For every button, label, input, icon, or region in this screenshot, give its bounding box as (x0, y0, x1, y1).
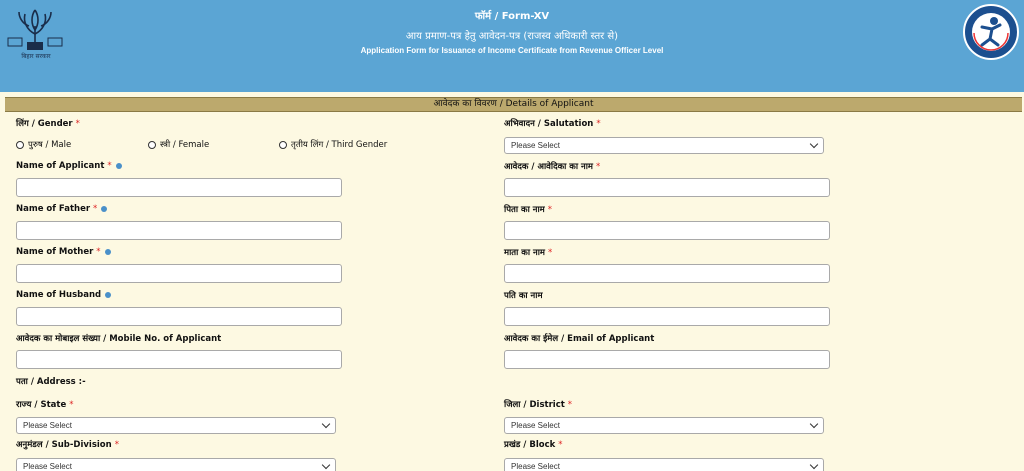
father-hi-label: पिता का नाम * (504, 204, 552, 215)
info-icon[interactable] (101, 205, 108, 212)
subdivision-select-value: Please Select (23, 462, 72, 471)
block-label: प्रखंड / Block * (504, 439, 563, 450)
service-plus-logo-icon (963, 4, 1019, 60)
required-mark: * (596, 119, 601, 129)
husband-hi-label-text: पति का नाम (504, 291, 543, 301)
required-mark: * (547, 205, 552, 215)
subdivision-select[interactable]: Please Select (16, 458, 336, 471)
husband-en-label: Name of Husband (16, 290, 112, 300)
block-select[interactable]: Please Select (504, 458, 824, 471)
father-en-label: Name of Father * (16, 204, 108, 214)
father-en-label-text: Name of Father (16, 204, 91, 214)
name-hi-label-text: आवेदक / आवेदिका का नाम (504, 162, 593, 172)
mobile-label: आवेदक का मोबाइल संख्या / Mobile No. of A… (16, 334, 222, 344)
radio-third-gender-label: तृतीय लिंग / Third Gender (291, 140, 388, 150)
radio-female-label: स्त्री / Female (160, 140, 210, 150)
email-input[interactable] (504, 350, 830, 369)
required-mark: * (93, 204, 98, 214)
radio-male[interactable]: पुरुष / Male (16, 139, 71, 150)
email-label: आवेदक का ईमेल / Email of Applicant (504, 334, 655, 344)
name-en-input[interactable] (16, 178, 342, 197)
name-hi-input[interactable] (504, 178, 830, 197)
required-mark: * (69, 400, 74, 410)
name-en-label: Name of Applicant * (16, 161, 122, 171)
required-mark: * (558, 440, 563, 450)
required-mark: * (547, 248, 553, 258)
district-select-value: Please Select (511, 421, 560, 430)
mobile-input[interactable] (16, 350, 342, 369)
husband-hi-input[interactable] (504, 307, 830, 326)
address-label: पता / Address :- (16, 377, 86, 387)
subdivision-label-text: अनुमंडल / Sub-Division (16, 440, 112, 450)
radio-circle-icon[interactable] (16, 140, 24, 149)
state-select[interactable]: Please Select (16, 417, 336, 434)
husband-hi-label: पति का नाम (504, 290, 543, 301)
father-en-input[interactable] (16, 221, 342, 240)
state-label-text: राज्य / State (16, 400, 67, 410)
chevron-down-icon (809, 419, 819, 429)
mother-hi-label-text: माता का नाम (504, 248, 545, 258)
name-hi-label: आवेदक / आवेदिका का नाम * (504, 161, 600, 172)
radio-female[interactable]: स्त्री / Female (148, 139, 209, 150)
info-icon[interactable] (104, 248, 111, 255)
radio-third-gender[interactable]: तृतीय लिंग / Third Gender (279, 139, 387, 150)
info-icon[interactable] (105, 291, 112, 298)
gender-label-text: लिंग / Gender (16, 119, 73, 129)
radio-circle-icon[interactable] (279, 140, 287, 149)
chevron-down-icon (809, 460, 819, 470)
salutation-label: अभिवादन / Salutation * (504, 118, 601, 129)
subdivision-label: अनुमंडल / Sub-Division * (16, 439, 119, 450)
block-label-text: प्रखंड / Block (504, 440, 556, 450)
radio-male-label: पुरुष / Male (28, 140, 72, 150)
father-hi-input[interactable] (504, 221, 830, 240)
salutation-label-text: अभिवादन / Salutation (504, 119, 594, 129)
mother-en-label-text: Name of Mother (16, 247, 94, 257)
state-label: राज्य / State * (16, 399, 74, 410)
mother-hi-label: माता का नाम * (504, 247, 552, 258)
info-icon[interactable] (115, 162, 122, 169)
salutation-select[interactable]: Please Select (504, 137, 824, 154)
father-hi-label-text: पिता का नाम (504, 205, 545, 215)
required-mark: * (114, 440, 119, 450)
form-number: फॉर्म / Form-XV (474, 11, 550, 22)
mother-en-input[interactable] (16, 264, 342, 283)
state-select-value: Please Select (23, 421, 72, 430)
salutation-select-value: Please Select (511, 141, 560, 150)
required-mark: * (596, 162, 601, 172)
mother-hi-input[interactable] (504, 264, 830, 283)
required-mark: * (107, 161, 112, 171)
chevron-down-icon (809, 139, 819, 149)
radio-circle-icon[interactable] (148, 140, 156, 149)
name-en-label-text: Name of Applicant (16, 161, 105, 171)
chevron-down-icon (321, 419, 331, 429)
form-title-english: Application Form for Issuance of Income … (360, 46, 664, 55)
required-mark: * (75, 119, 80, 129)
husband-en-input[interactable] (16, 307, 342, 326)
required-mark: * (96, 247, 101, 257)
chevron-down-icon (321, 460, 331, 470)
block-select-value: Please Select (511, 462, 560, 471)
husband-en-label-text: Name of Husband (16, 290, 102, 300)
section-details-of-applicant: आवेदक का विवरण / Details of Applicant (5, 97, 1022, 112)
form-title-hindi: आय प्रमाण-पत्र हेतु आवेदन-पत्र (राजस्व अ… (405, 31, 619, 42)
required-mark: * (567, 400, 573, 410)
district-label-text: जिला / District (504, 400, 565, 410)
gender-label: लिंग / Gender * (16, 118, 80, 129)
page-header: बिहार सरकार फॉर्म / Form-XV आय प्रमाण-पत… (0, 0, 1024, 92)
district-label: जिला / District * (504, 399, 572, 410)
mother-en-label: Name of Mother * (16, 247, 111, 257)
district-select[interactable]: Please Select (504, 417, 824, 434)
